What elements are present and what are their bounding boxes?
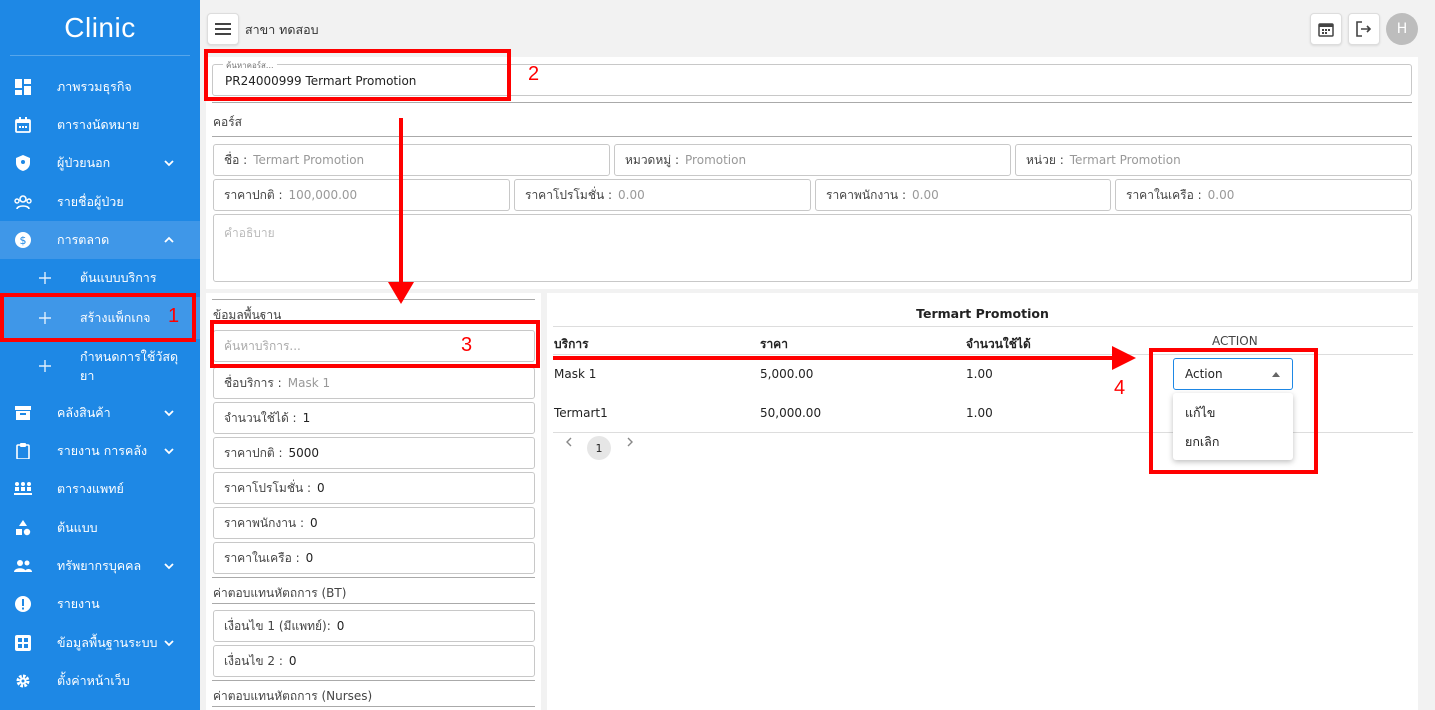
annotation-arrows bbox=[388, 118, 1136, 370]
arrow-head-right bbox=[1112, 346, 1136, 370]
arrow-head-down bbox=[388, 282, 414, 304]
